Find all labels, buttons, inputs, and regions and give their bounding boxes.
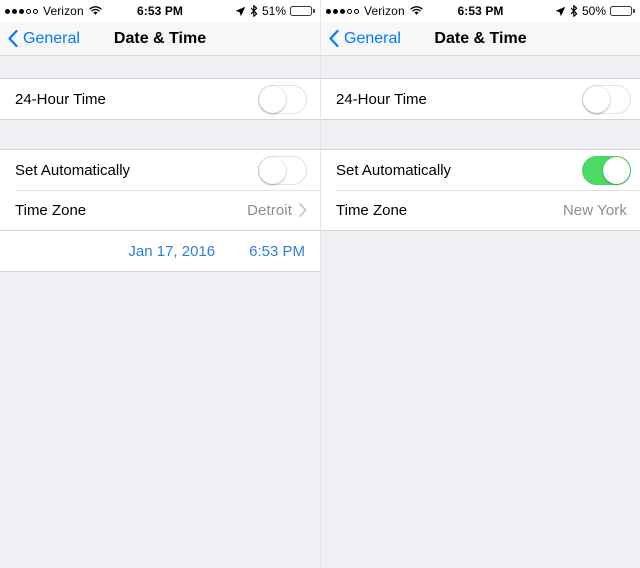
toggle-set-automatically[interactable] xyxy=(582,155,631,185)
settings-content: 24-Hour Time Set Automatically Time Zone… xyxy=(321,56,640,568)
settings-group-display: 24-Hour Time xyxy=(321,78,640,120)
chevron-right-icon xyxy=(299,203,307,217)
carrier-label: Verizon xyxy=(43,4,84,18)
phone-screen-right: Verizon 6:53 PM 50% General Date & Time … xyxy=(320,0,640,568)
signal-strength-icon xyxy=(326,8,359,14)
battery-percent-label: 51% xyxy=(261,4,286,18)
signal-strength-icon xyxy=(5,8,38,14)
row-label: Set Automatically xyxy=(15,161,131,179)
navigation-bar: General Date & Time xyxy=(0,22,320,56)
row-label: 24-Hour Time xyxy=(15,90,106,108)
time-zone-value: Detroit xyxy=(247,201,292,219)
toggle-24-hour-time[interactable] xyxy=(582,84,631,114)
row-set-automatically[interactable]: Set Automatically xyxy=(0,150,320,190)
settings-content: 24-Hour Time Set Automatically Time Zone… xyxy=(0,56,320,568)
location-arrow-icon xyxy=(235,6,246,16)
settings-group-datetime-picker: Jan 17, 2016 6:53 PM xyxy=(0,231,320,272)
back-button-label: General xyxy=(344,29,401,47)
time-zone-value: New York xyxy=(562,201,627,219)
row-label: 24-Hour Time xyxy=(336,90,427,108)
status-bar-right: 51% xyxy=(235,4,315,18)
row-label: Time Zone xyxy=(336,201,408,219)
bluetooth-icon xyxy=(250,5,258,17)
battery-icon xyxy=(610,6,635,16)
back-button[interactable]: General xyxy=(0,30,80,48)
status-bar-left: Verizon xyxy=(5,4,235,18)
phone-screen-left: Verizon 6:53 PM 51% General Date & Time … xyxy=(0,0,320,568)
status-bar-right: 50% xyxy=(555,4,635,18)
row-24-hour-time[interactable]: 24-Hour Time xyxy=(321,79,640,119)
wifi-icon xyxy=(410,6,423,15)
status-bar-left: Verizon xyxy=(326,4,555,18)
toggle-24-hour-time[interactable] xyxy=(258,84,307,114)
time-value[interactable]: 6:53 PM xyxy=(249,243,305,260)
toggle-set-automatically[interactable] xyxy=(258,155,307,185)
wifi-icon xyxy=(89,6,102,15)
back-button-label: General xyxy=(23,29,80,47)
row-set-automatically[interactable]: Set Automatically xyxy=(321,150,640,190)
row-label: Time Zone xyxy=(15,201,87,219)
row-date-time-values[interactable]: Jan 17, 2016 6:53 PM xyxy=(0,231,320,271)
back-button[interactable]: General xyxy=(321,30,401,48)
settings-group-timezone: Set Automatically Time Zone Detroit xyxy=(0,149,320,231)
dual-screenshot-container: Verizon 6:53 PM 51% General Date & Time … xyxy=(0,0,640,568)
settings-group-display: 24-Hour Time xyxy=(0,78,320,120)
row-time-zone[interactable]: Time Zone Detroit xyxy=(0,190,320,230)
battery-percent-label: 50% xyxy=(581,4,606,18)
status-bar: Verizon 6:53 PM 50% xyxy=(321,0,640,22)
status-bar: Verizon 6:53 PM 51% xyxy=(0,0,320,22)
settings-group-timezone: Set Automatically Time Zone New York xyxy=(321,149,640,231)
bluetooth-icon xyxy=(570,5,578,17)
carrier-label: Verizon xyxy=(364,4,405,18)
navigation-bar: General Date & Time xyxy=(321,22,640,56)
row-label: Set Automatically xyxy=(336,161,452,179)
row-time-zone: Time Zone New York xyxy=(321,190,640,230)
location-arrow-icon xyxy=(555,6,566,16)
battery-icon xyxy=(290,6,315,16)
chevron-left-icon xyxy=(8,30,18,47)
date-value[interactable]: Jan 17, 2016 xyxy=(128,243,215,260)
row-24-hour-time[interactable]: 24-Hour Time xyxy=(0,79,320,119)
chevron-left-icon xyxy=(329,30,339,47)
